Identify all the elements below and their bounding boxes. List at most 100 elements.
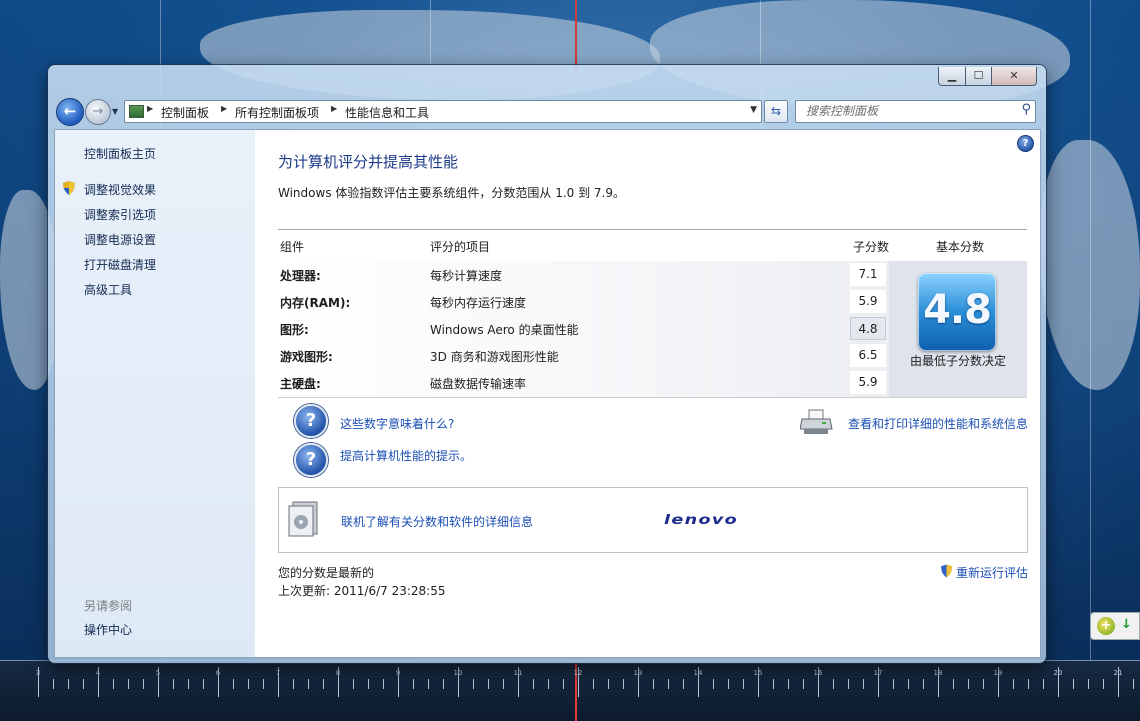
ruler-minor-tick <box>968 679 969 689</box>
link-improve-tips[interactable]: 提高计算机性能的提示。 <box>340 447 472 464</box>
nav-adjust-visual-effects[interactable]: 调整视觉效果 <box>84 181 156 198</box>
search-box[interactable]: ⚲ <box>795 100 1036 123</box>
ruler-minor-tick <box>908 679 909 689</box>
chevron-right-icon[interactable]: ▶ <box>331 104 337 113</box>
ruler-minor-tick <box>593 679 594 689</box>
ruler-minor-tick <box>383 679 384 689</box>
rated-item: 磁盘数据传输速率 <box>430 377 527 391</box>
ruler-minor-tick <box>1028 679 1029 689</box>
ruler-minor-tick <box>143 679 144 689</box>
chevron-right-icon[interactable]: ▶ <box>147 104 153 113</box>
ruler-minor-tick <box>68 679 69 689</box>
search-icon[interactable]: ⚲ <box>1021 102 1031 117</box>
map-gridline <box>1090 0 1091 661</box>
chevron-right-icon[interactable]: ▶ <box>221 104 227 113</box>
ruler-minor-tick <box>1013 679 1014 689</box>
subscore: 5.9 <box>850 290 886 313</box>
back-button[interactable]: ← <box>56 98 84 126</box>
ruler-minor-tick <box>188 679 189 689</box>
ruler-tick-label: 4 <box>95 669 101 677</box>
ruler-minor-tick <box>623 679 624 689</box>
chevron-down-icon[interactable]: ▼ <box>750 105 757 115</box>
component-name: 图形: <box>280 323 309 337</box>
col-header-component: 组件 <box>280 240 305 254</box>
nav-disk-cleanup[interactable]: 打开磁盘清理 <box>84 256 156 273</box>
breadcrumb-performance[interactable]: 性能信息和工具 <box>345 104 429 121</box>
table-top-rule <box>278 229 1027 230</box>
ruler-minor-tick <box>728 679 729 689</box>
question-icon[interactable]: ? <box>294 404 328 438</box>
ruler-minor-tick <box>923 679 924 689</box>
component-name: 主硬盘: <box>280 377 321 391</box>
ruler-minor-tick <box>668 679 669 689</box>
maximize-button[interactable]: ☐ <box>965 67 992 86</box>
nav-advanced-tools[interactable]: 高级工具 <box>84 281 132 298</box>
see-also-heading: 另请参阅 <box>84 599 133 613</box>
ruler-tick-label: 16 <box>813 669 823 677</box>
ruler-minor-tick <box>533 679 534 689</box>
nav-adjust-power[interactable]: 调整电源设置 <box>84 231 156 248</box>
ruler-tick-label: 17 <box>873 669 883 677</box>
tray-widget[interactable]: + ↓ <box>1090 612 1140 640</box>
link-what-numbers-mean[interactable]: 这些数字意味着什么? <box>340 415 454 432</box>
ruler-minor-tick <box>413 679 414 689</box>
link-print-details[interactable]: 查看和打印详细的性能和系统信息 <box>848 415 1028 432</box>
recent-pages-dropdown[interactable]: ▼ <box>112 107 118 116</box>
page-subtitle: Windows 体验指数评估主要系统组件，分数范围从 1.0 到 7.9。 <box>278 186 625 200</box>
ruler-minor-tick <box>983 679 984 689</box>
ruler-minor-tick <box>473 679 474 689</box>
address-bar[interactable]: ▶ 控制面板 ▶ 所有控制面板项 ▶ 性能信息和工具 ▼ <box>124 100 762 123</box>
link-online-info[interactable]: 联机了解有关分数和软件的详细信息 <box>341 513 533 530</box>
component-name: 内存(RAM): <box>280 296 351 310</box>
ruler-minor-tick <box>368 679 369 689</box>
forward-arrow-icon: → <box>92 104 104 119</box>
ruler-minor-tick <box>233 679 234 689</box>
rerun-assessment-label[interactable]: 重新运行评估 <box>956 566 1028 580</box>
rated-item: 3D 商务和游戏图形性能 <box>430 350 559 364</box>
ruler-minor-tick <box>128 679 129 689</box>
help-icon[interactable]: ? <box>1017 135 1034 152</box>
ruler-minor-tick <box>803 679 804 689</box>
nav-control-panel-home[interactable]: 控制面板主页 <box>84 145 156 162</box>
col-header-rated-item: 评分的项目 <box>430 240 491 254</box>
ruler-minor-tick <box>563 679 564 689</box>
nav-adjust-indexing[interactable]: 调整索引选项 <box>84 206 156 223</box>
ruler-tick-label: 8 <box>335 669 341 677</box>
ruler-minor-tick <box>248 679 249 689</box>
control-panel-window: ▁ ☐ ✕ ← → ▼ ▶ 控制面板 ▶ 所有控制面板项 ▶ 性能信息和工具 ▼… <box>48 65 1046 663</box>
ruler-minor-tick <box>548 679 549 689</box>
breadcrumb-all-items[interactable]: 所有控制面板项 <box>235 104 319 121</box>
nav-action-center[interactable]: 操作中心 <box>84 621 132 638</box>
software-box-icon[interactable] <box>287 500 321 538</box>
ruler-minor-tick <box>743 679 744 689</box>
rerun-assessment-link[interactable]: 重新运行评估 <box>940 564 1028 581</box>
ruler-minor-tick <box>608 679 609 689</box>
ruler-minor-tick <box>1088 679 1089 689</box>
ruler-minor-tick <box>788 679 789 689</box>
ruler-minor-tick <box>833 679 834 689</box>
minimize-button[interactable]: ▁ <box>938 67 966 86</box>
ruler-minor-tick <box>953 679 954 689</box>
subscore: 6.5 <box>850 344 886 367</box>
forward-button[interactable]: → <box>85 99 111 125</box>
rated-item: Windows Aero 的桌面性能 <box>430 323 579 337</box>
ruler-tick-label: 12 <box>573 669 583 677</box>
search-input[interactable] <box>804 103 1008 119</box>
col-header-subscore: 子分数 <box>853 240 890 254</box>
breadcrumb-control-panel[interactable]: 控制面板 <box>161 104 209 121</box>
ruler-minor-tick <box>83 679 84 689</box>
last-update-time: 上次更新: 2011/6/7 23:28:55 <box>278 584 446 598</box>
ruler-tick-label: 11 <box>513 669 523 677</box>
ruler-minor-tick <box>323 679 324 689</box>
printer-icon[interactable] <box>800 409 834 435</box>
date-line <box>575 0 577 70</box>
ruler-minor-tick <box>863 679 864 689</box>
ruler-minor-tick <box>713 679 714 689</box>
online-info-box: 联机了解有关分数和软件的详细信息 lenovo <box>278 487 1028 553</box>
close-button[interactable]: ✕ <box>991 67 1037 86</box>
ruler-minor-tick <box>653 679 654 689</box>
question-icon[interactable]: ? <box>294 443 328 477</box>
client-area: 控制面板主页 调整视觉效果 调整索引选项 调整电源设置 打开磁盘清理 高级工具 … <box>54 129 1041 658</box>
ruler-minor-tick <box>683 679 684 689</box>
refresh-button[interactable]: ⇆ <box>764 100 788 123</box>
